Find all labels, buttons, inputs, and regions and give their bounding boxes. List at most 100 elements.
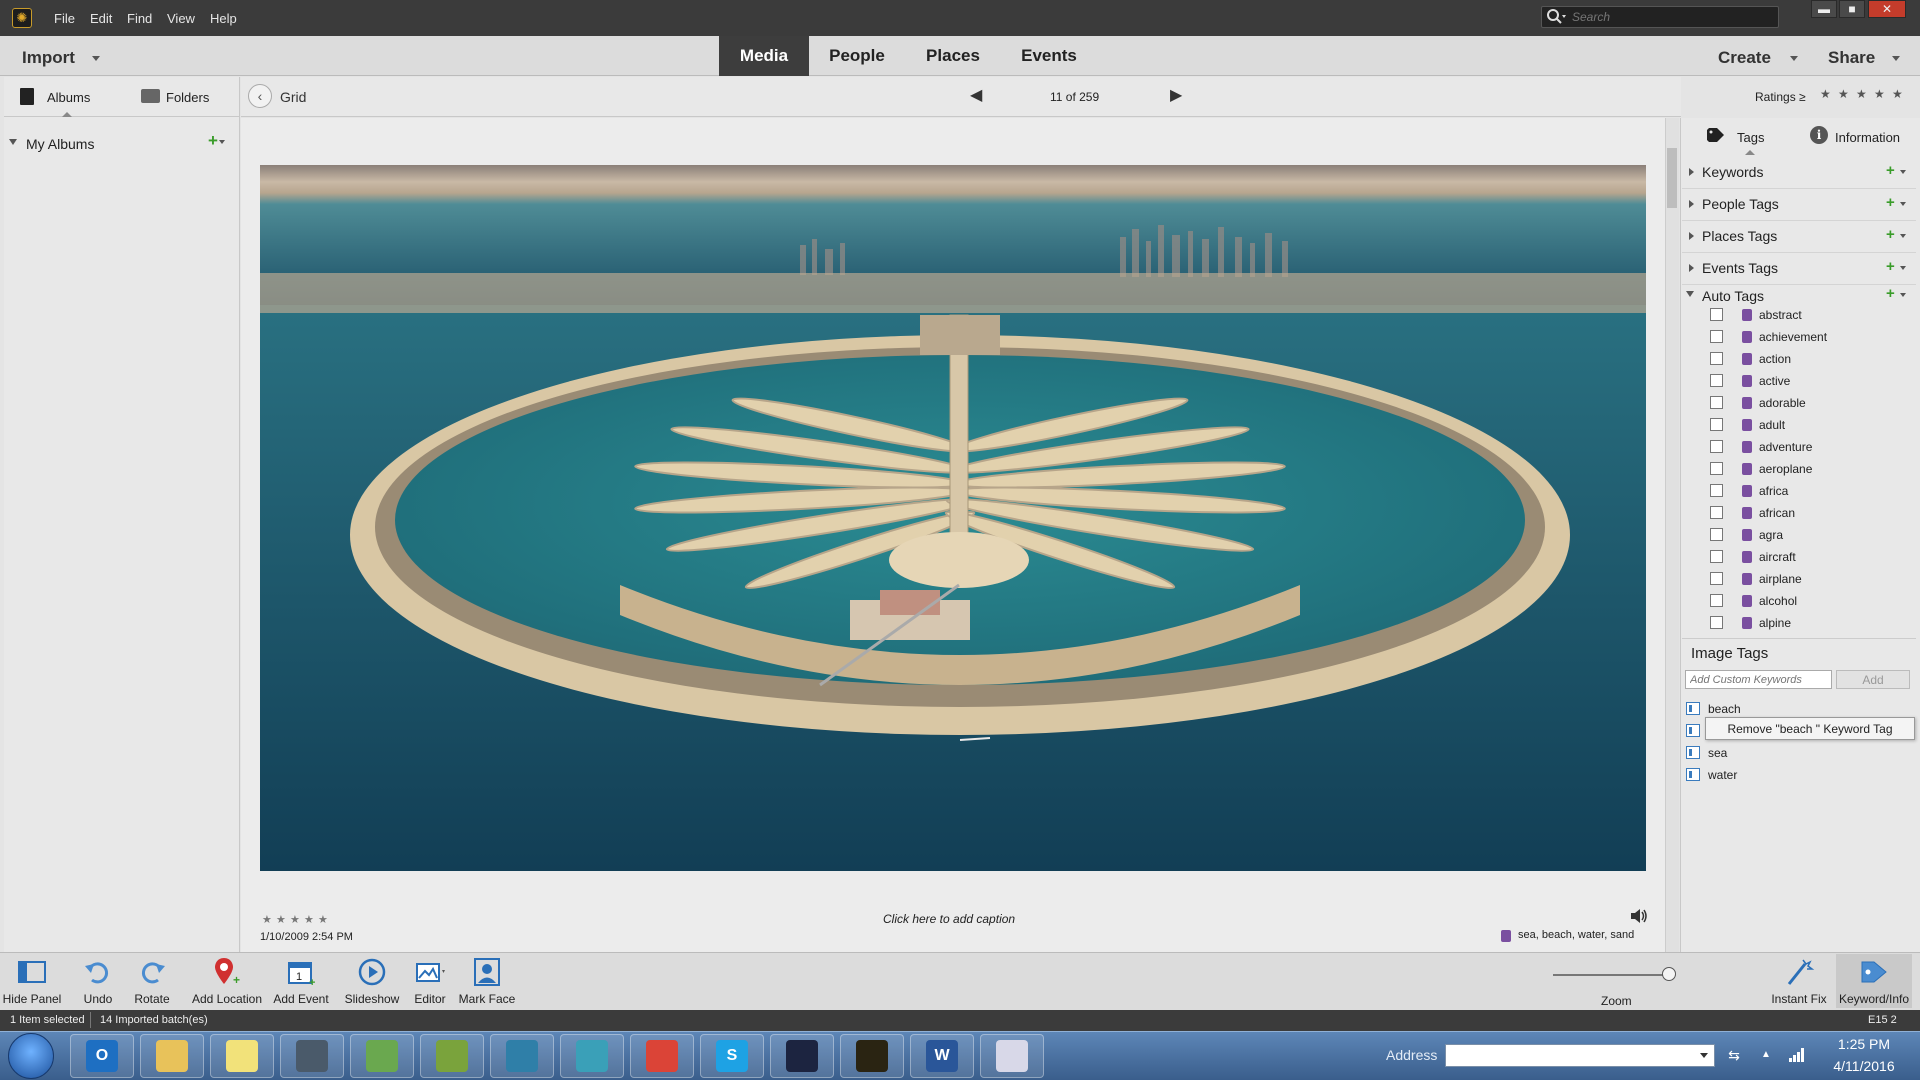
expand-caret-icon[interactable] — [9, 139, 17, 145]
tab-folders[interactable]: Folders — [166, 90, 209, 105]
grid-link[interactable]: Grid — [280, 89, 306, 105]
import-button[interactable]: Import — [22, 48, 100, 68]
auto-tag-row[interactable]: achievement — [1700, 326, 1910, 348]
close-button[interactable]: ✕ — [1868, 0, 1906, 18]
expand-caret-icon[interactable] — [1689, 200, 1694, 208]
rating-filter-star[interactable]: ★ — [1838, 87, 1849, 101]
auto-tag-checkbox[interactable] — [1710, 396, 1723, 409]
taskbar-photoshop-elements[interactable] — [840, 1034, 904, 1078]
auto-tag-checkbox[interactable] — [1710, 572, 1723, 585]
auto-tag-checkbox[interactable] — [1710, 484, 1723, 497]
photo-rating-star[interactable]: ★ — [262, 913, 272, 926]
instant-fix-button[interactable]: Instant Fix — [1764, 954, 1834, 1008]
taskbar-sound-recorder[interactable] — [350, 1034, 414, 1078]
create-button[interactable]: Create — [1718, 48, 1798, 68]
auto-tag-checkbox[interactable] — [1710, 616, 1723, 629]
chevron-down-icon[interactable] — [1900, 202, 1906, 206]
expand-caret-icon[interactable] — [1689, 168, 1694, 176]
chevron-down-icon[interactable] — [1900, 170, 1906, 174]
keyword-tag-icon[interactable] — [1686, 724, 1700, 737]
chevron-down-icon[interactable] — [1900, 266, 1906, 270]
add-events-tag-button[interactable]: + — [1886, 258, 1895, 275]
taskbar-sticky-notes[interactable] — [210, 1034, 274, 1078]
taskbar-screen-keyboard[interactable] — [280, 1034, 344, 1078]
auto-tag-checkbox[interactable] — [1710, 528, 1723, 541]
expand-caret-icon[interactable] — [1689, 232, 1694, 240]
hide-panel-button[interactable]: Hide Panel — [2, 954, 62, 1008]
auto-tag-row[interactable]: adventure — [1700, 436, 1910, 458]
tab-information[interactable]: Information — [1835, 130, 1900, 145]
taskbar-network-globe[interactable] — [490, 1034, 554, 1078]
rating-filter-star[interactable]: ★ — [1874, 87, 1885, 101]
add-places-tag-button[interactable]: + — [1886, 226, 1895, 243]
expand-caret-icon[interactable] — [1689, 264, 1694, 272]
rating-filter-star[interactable]: ★ — [1892, 87, 1903, 101]
share-button[interactable]: Share — [1828, 48, 1900, 68]
add-keyword-button[interactable]: + — [1886, 162, 1895, 179]
auto-tag-checkbox[interactable] — [1710, 374, 1723, 387]
chevron-down-icon[interactable] — [1900, 234, 1906, 238]
auto-tag-row[interactable]: action — [1700, 348, 1910, 370]
auto-tag-row[interactable]: alcohol — [1700, 590, 1910, 612]
chevron-down-icon[interactable] — [1900, 293, 1906, 297]
section-auto-tags-label[interactable]: Auto Tags — [1702, 288, 1764, 304]
taskbar-file-explorer[interactable] — [140, 1034, 204, 1078]
photo-rating-star[interactable]: ★ — [276, 913, 286, 926]
auto-tag-row[interactable]: aircraft — [1700, 546, 1910, 568]
auto-tag-row[interactable]: african — [1700, 502, 1910, 524]
auto-tag-row[interactable]: adult — [1700, 414, 1910, 436]
clock-time[interactable]: 1:25 PM — [1834, 1036, 1894, 1052]
auto-tag-row[interactable]: aeroplane — [1700, 458, 1910, 480]
auto-tag-checkbox[interactable] — [1710, 440, 1723, 453]
menu-find[interactable]: Find — [127, 11, 152, 26]
auto-tag-row[interactable]: africa — [1700, 480, 1910, 502]
slideshow-button[interactable]: Slideshow — [342, 954, 402, 1008]
clock-date[interactable]: 4/11/2016 — [1822, 1058, 1906, 1074]
add-people-tag-button[interactable]: + — [1886, 194, 1895, 211]
address-input[interactable] — [1445, 1044, 1715, 1067]
keyword-tag-icon[interactable] — [1686, 702, 1700, 715]
taskbar-premiere-elements[interactable] — [770, 1034, 834, 1078]
photo-rating-star[interactable]: ★ — [318, 913, 328, 926]
add-custom-keyword-button[interactable]: Add — [1836, 670, 1910, 689]
minimize-button[interactable]: ▬ — [1811, 0, 1837, 18]
add-event-button[interactable]: 1 + Add Event — [268, 954, 334, 1008]
add-auto-tag-button[interactable]: + — [1886, 285, 1895, 302]
import-batches-status[interactable]: 14 Imported batch(es) — [100, 1014, 208, 1026]
chevron-down-icon[interactable] — [1700, 1053, 1708, 1058]
tab-events[interactable]: Events — [1004, 36, 1094, 76]
auto-tag-row[interactable]: agra — [1700, 524, 1910, 546]
taskbar-outlook[interactable]: O — [70, 1034, 134, 1078]
auto-tag-row[interactable]: airplane — [1700, 568, 1910, 590]
previous-photo-button[interactable]: ◀ — [970, 85, 982, 105]
auto-tag-checkbox[interactable] — [1710, 506, 1723, 519]
taskbar-skype[interactable]: S — [700, 1034, 764, 1078]
add-location-button[interactable]: + Add Location — [188, 954, 266, 1008]
taskbar-word[interactable]: W — [910, 1034, 974, 1078]
auto-tag-checkbox[interactable] — [1710, 418, 1723, 431]
caption-input[interactable]: Click here to add caption — [883, 912, 1015, 926]
tab-media[interactable]: Media — [719, 36, 809, 76]
zoom-slider-handle[interactable] — [1661, 967, 1676, 981]
speaker-icon[interactable] — [1630, 908, 1648, 924]
mark-face-button[interactable]: Mark Face — [456, 954, 518, 1008]
auto-tag-checkbox[interactable] — [1710, 594, 1723, 607]
taskbar-chrome[interactable] — [630, 1034, 694, 1078]
auto-tag-row[interactable]: adorable — [1700, 392, 1910, 414]
auto-tag-checkbox[interactable] — [1710, 308, 1723, 321]
tab-albums[interactable]: Albums — [47, 90, 90, 105]
auto-tag-checkbox[interactable] — [1710, 330, 1723, 343]
keyword-tag-icon[interactable] — [1686, 768, 1700, 781]
network-signal-icon[interactable] — [1788, 1046, 1806, 1062]
taskbar-android-studio[interactable] — [420, 1034, 484, 1078]
tab-places[interactable]: Places — [908, 36, 998, 76]
rotate-button[interactable]: Rotate — [126, 954, 178, 1008]
search-icon[interactable] — [1546, 8, 1566, 26]
back-button[interactable]: ‹ — [248, 84, 272, 108]
app-logo-icon[interactable]: ✺ — [12, 8, 32, 28]
go-arrow-icon[interactable]: ⇆ — [1722, 1044, 1746, 1067]
search-input[interactable] — [1572, 8, 1772, 26]
tab-tags[interactable]: Tags — [1737, 130, 1764, 145]
tab-people[interactable]: People — [812, 36, 902, 76]
maximize-button[interactable]: ■ — [1839, 0, 1865, 18]
